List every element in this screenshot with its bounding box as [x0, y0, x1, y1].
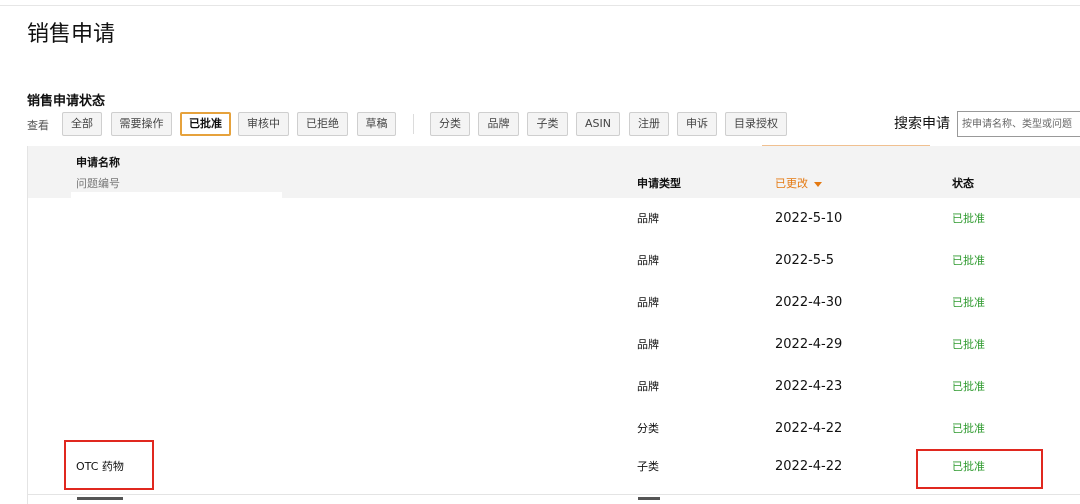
filter-appeal-button[interactable]: 申诉: [677, 112, 717, 136]
row-type: 品牌: [637, 296, 659, 309]
row-modified-date: 2022-4-30: [775, 295, 843, 310]
row-type: 分类: [637, 422, 659, 435]
column-header-name[interactable]: 申请名称: [76, 154, 120, 170]
clipped-row-text: [77, 497, 123, 500]
filters-label: 查看: [27, 119, 49, 132]
row-status: 已批准: [952, 254, 985, 267]
row-type: 品牌: [637, 380, 659, 393]
row-modified-date: 2022-4-23: [775, 379, 843, 394]
filter-approved-button[interactable]: 已批准: [180, 112, 231, 136]
row-type: 品牌: [637, 212, 659, 225]
table-header: 申请名称 问题编号 申请类型 已更改 状态: [27, 146, 1080, 198]
filter-catalog-authorization-button[interactable]: 目录授权: [725, 112, 787, 136]
row-modified-date: 2022-5-10: [775, 211, 843, 226]
column-header-type[interactable]: 申请类型: [637, 175, 681, 191]
highlight-box-name: [64, 440, 154, 490]
row-type: 品牌: [637, 338, 659, 351]
filter-rejected-button[interactable]: 已拒绝: [297, 112, 348, 136]
filter-action-required-button[interactable]: 需要操作: [111, 112, 172, 136]
row-status: 已批准: [952, 296, 985, 309]
column-header-status[interactable]: 状态: [952, 175, 974, 191]
top-divider: [0, 5, 1080, 6]
row-type: 品牌: [637, 254, 659, 267]
clipped-row-text: [638, 497, 660, 500]
page-title: 销售申请: [27, 22, 116, 47]
row-modified-date: 2022-5-5: [775, 253, 835, 268]
filter-separator: [413, 114, 414, 134]
row-type: 子类: [637, 460, 659, 473]
filter-category-button[interactable]: 分类: [430, 112, 470, 136]
filter-all-button[interactable]: 全部: [62, 112, 102, 136]
filter-subcategory-button[interactable]: 子类: [527, 112, 568, 136]
filter-brand-button[interactable]: 品牌: [478, 112, 519, 136]
search-label: 搜索申请: [894, 116, 950, 132]
filter-draft-button[interactable]: 草稿: [357, 112, 396, 136]
row-modified-date: 2022-4-22: [775, 459, 843, 474]
column-header-issue-number: 问题编号: [76, 177, 120, 190]
table-left-border: [27, 146, 28, 504]
filter-asin-button[interactable]: ASIN: [576, 112, 620, 136]
redaction-block: [71, 192, 282, 438]
row-status: 已批准: [952, 422, 985, 435]
row-modified-date: 2022-4-22: [775, 421, 843, 436]
row-status: 已批准: [952, 338, 985, 351]
row-modified-date: 2022-4-29: [775, 337, 843, 352]
sort-descending-icon: [814, 181, 822, 187]
filter-under-review-button[interactable]: 审核中: [238, 112, 289, 136]
column-header-modified[interactable]: 已更改: [775, 175, 822, 191]
search-input[interactable]: [957, 111, 1080, 137]
row-status: 已批准: [952, 212, 985, 225]
row-status: 已批准: [952, 380, 985, 393]
column-header-modified-label: 已更改: [775, 177, 808, 190]
section-title: 销售申请状态: [27, 94, 106, 109]
filter-registration-button[interactable]: 注册: [629, 112, 669, 136]
highlight-box-status: [916, 449, 1043, 489]
